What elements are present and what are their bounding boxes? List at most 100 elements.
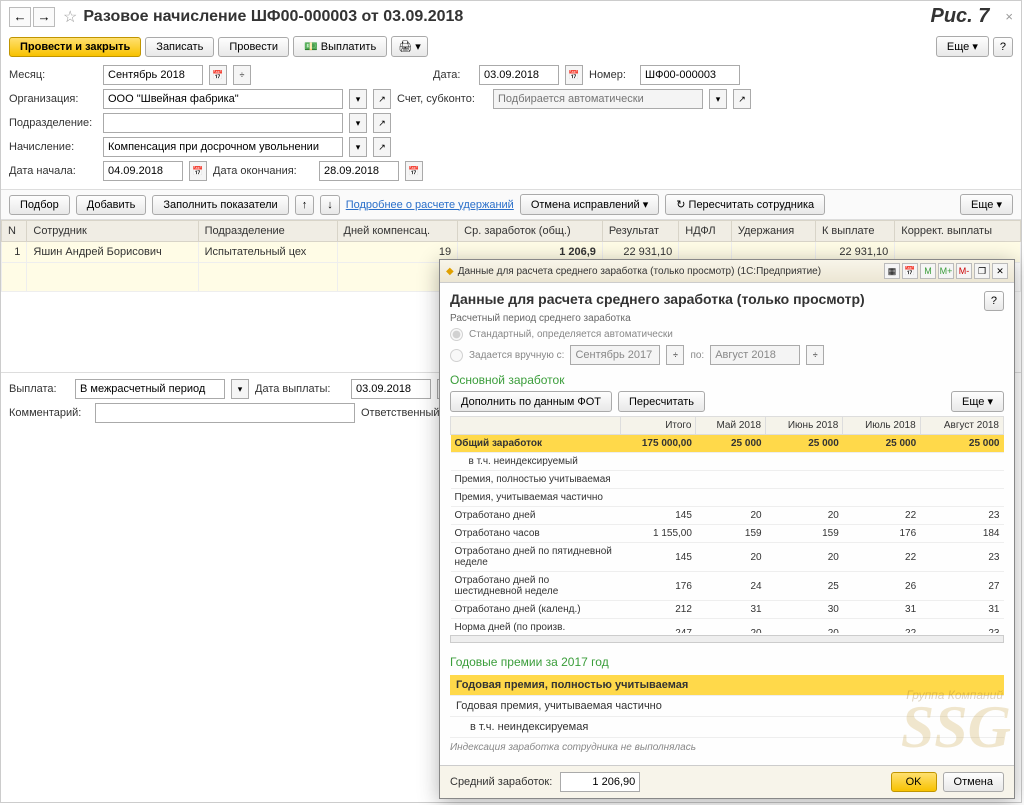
table-row[interactable]: Премия, учитываемая частично [451, 489, 1004, 507]
section-annual: Годовые премии за 2017 год [450, 655, 1004, 669]
close-icon[interactable]: × [1005, 9, 1013, 24]
number-input[interactable] [640, 65, 740, 85]
details-link[interactable]: Подробнее о расчете удержаний [346, 199, 514, 211]
end-label: Дата окончания: [213, 165, 313, 177]
help-button[interactable]: ? [993, 37, 1013, 57]
period-std-radio [450, 328, 463, 341]
h-scrollbar[interactable] [450, 635, 1004, 643]
grid-more-button[interactable]: Еще ▾ [960, 194, 1013, 215]
favorite-icon[interactable]: ☆ [63, 7, 77, 27]
org-open-icon[interactable]: ↗ [373, 89, 391, 109]
org-label: Организация: [9, 93, 97, 105]
period-to-input [710, 345, 800, 365]
list-item[interactable]: Годовая премия, полностью учитываемая [450, 675, 1004, 696]
accrual-label: Начисление: [9, 141, 97, 153]
ok-button[interactable]: OK [891, 772, 937, 792]
payout-label: Выплата: [9, 383, 69, 395]
figure-label: Рис. 7 [930, 5, 989, 28]
start-input[interactable] [103, 161, 183, 181]
table-row[interactable]: Общий заработок175 000,0025 00025 00025 … [451, 435, 1004, 453]
month-input[interactable] [103, 65, 203, 85]
post-button[interactable]: Провести [218, 37, 289, 57]
more-button[interactable]: Еще ▾ [936, 36, 989, 57]
salary-table: ИтогоМай 2018Июнь 2018Июль 2018Август 20… [450, 416, 1004, 633]
accrual-dd-icon[interactable]: ▾ [349, 137, 367, 157]
section-main: Основной заработок [450, 373, 1004, 387]
cancel-fix-button[interactable]: Отмена исправлений ▾ [520, 194, 659, 215]
dept-input[interactable] [103, 113, 343, 133]
modal-restore-icon[interactable]: ❐ [974, 263, 990, 279]
period-manual-radio [450, 349, 463, 362]
period-from-input [570, 345, 660, 365]
modal-mminus-icon[interactable]: M- [956, 263, 972, 279]
org-input[interactable] [103, 89, 343, 109]
up-button[interactable]: ↑ [295, 195, 315, 215]
modal-m-icon[interactable]: M [920, 263, 936, 279]
start-cal-icon[interactable]: 📅 [189, 161, 207, 181]
modal-grid-icon[interactable]: ▦ [884, 263, 900, 279]
payout-dd-icon[interactable]: ▾ [231, 379, 249, 399]
table-row[interactable]: Норма дней (по произв. календарю)2472020… [451, 619, 1004, 634]
acc-input[interactable] [493, 89, 703, 109]
table-row[interactable]: Премия, полностью учитываемая [451, 471, 1004, 489]
accrual-input[interactable] [103, 137, 343, 157]
start-label: Дата начала: [9, 165, 97, 177]
acc-label: Счет, субконто: [397, 93, 487, 105]
org-dd-icon[interactable]: ▾ [349, 89, 367, 109]
table-row[interactable]: Отработано часов1 155,00159159176184 [451, 525, 1004, 543]
forward-button[interactable]: → [33, 7, 55, 27]
table-row[interactable]: Отработано дней14520202223 [451, 507, 1004, 525]
page-title: Разовое начисление ШФ00-000003 от 03.09.… [83, 8, 930, 26]
comment-label: Комментарий: [9, 407, 89, 419]
table-row[interactable]: Отработано дней по шестидневной неделе17… [451, 572, 1004, 601]
modal-mplus-icon[interactable]: M+ [938, 263, 954, 279]
app-icon: ◆ [446, 266, 454, 277]
modal-recalc-button[interactable]: Пересчитать [618, 391, 705, 412]
period-label: Расчетный период среднего заработка [450, 313, 1004, 324]
acc-open-icon[interactable]: ↗ [733, 89, 751, 109]
add-button[interactable]: Добавить [76, 195, 147, 215]
month-cal-icon[interactable]: 📅 [209, 65, 227, 85]
date-cal-icon[interactable]: 📅 [565, 65, 583, 85]
no-index-text: Индексация заработка сотрудника не выпол… [450, 738, 1004, 757]
accrual-open-icon[interactable]: ↗ [373, 137, 391, 157]
back-button[interactable]: ← [9, 7, 31, 27]
list-item[interactable]: в т.ч. неиндексируемая [450, 717, 1004, 738]
payout-input[interactable] [75, 379, 225, 399]
pay-button[interactable]: 💵 Выплатить [293, 36, 387, 57]
dept-open-icon[interactable]: ↗ [373, 113, 391, 133]
table-row[interactable]: Отработано дней по пятидневной неделе145… [451, 543, 1004, 572]
date-input[interactable] [479, 65, 559, 85]
down-button[interactable]: ↓ [320, 195, 340, 215]
month-spin-icon[interactable]: ÷ [233, 65, 251, 85]
cancel-button[interactable]: Отмена [943, 772, 1004, 792]
table-row[interactable]: Отработано дней (календ.)21231303131 [451, 601, 1004, 619]
avg-salary-modal: ◆ Данные для расчета среднего заработка … [439, 259, 1015, 799]
avg-label: Средний заработок: [450, 776, 552, 788]
save-button[interactable]: Записать [145, 37, 214, 57]
comment-input[interactable] [95, 403, 355, 423]
modal-more-button[interactable]: Еще ▾ [951, 391, 1004, 412]
post-close-button[interactable]: Провести и закрыть [9, 37, 141, 57]
end-cal-icon[interactable]: 📅 [405, 161, 423, 181]
resp-label: Ответственный: [361, 407, 451, 419]
modal-heading: Данные для расчета среднего заработка (т… [450, 291, 865, 307]
paydate-input[interactable] [351, 379, 431, 399]
modal-window-title: Данные для расчета среднего заработка (т… [458, 266, 882, 277]
print-button[interactable]: 🖨 ▾ [391, 36, 428, 57]
list-item[interactable]: Годовая премия, учитываемая частично [450, 696, 1004, 717]
fill-button[interactable]: Заполнить показатели [152, 195, 288, 215]
end-input[interactable] [319, 161, 399, 181]
modal-help-button[interactable]: ? [984, 291, 1004, 311]
date-label: Дата: [433, 69, 473, 81]
pick-button[interactable]: Подбор [9, 195, 70, 215]
dept-dd-icon[interactable]: ▾ [349, 113, 367, 133]
recalc-button[interactable]: ↻ Пересчитать сотрудника [665, 194, 825, 215]
modal-close-icon[interactable]: ✕ [992, 263, 1008, 279]
table-row[interactable]: в т.ч. неиндексируемый [451, 453, 1004, 471]
dept-label: Подразделение: [9, 117, 97, 129]
avg-input[interactable] [560, 772, 640, 792]
acc-dd-icon[interactable]: ▾ [709, 89, 727, 109]
fill-fot-button[interactable]: Дополнить по данным ФОТ [450, 391, 612, 412]
modal-cal-icon[interactable]: 📅 [902, 263, 918, 279]
